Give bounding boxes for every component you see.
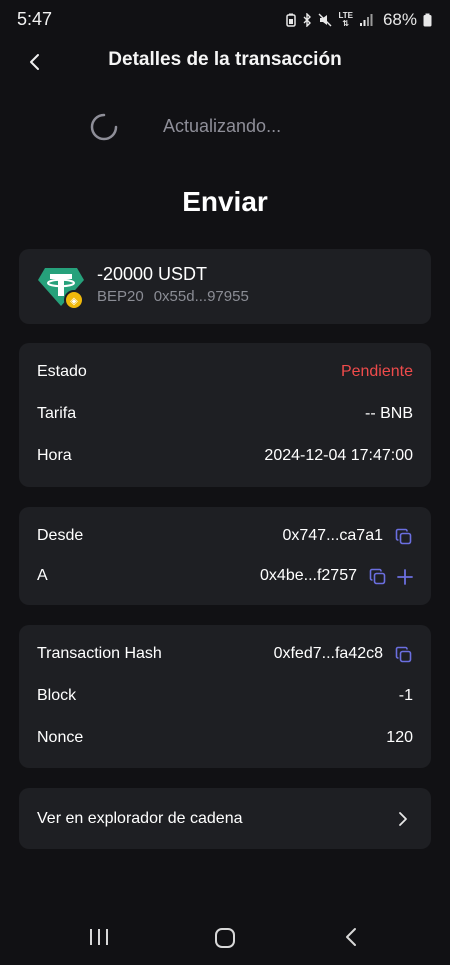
details-card: Estado Pendiente Tarifa -- BNB Hora 2024… xyxy=(19,343,431,487)
copy-hash-icon[interactable] xyxy=(395,646,413,664)
status-value: Pendiente xyxy=(340,363,413,380)
transaction-hash[interactable]: 0xfed7...fa42c8 xyxy=(274,645,383,663)
explorer-label: Ver en explorador de cadena xyxy=(37,810,243,827)
loading-spinner-icon xyxy=(90,113,118,141)
chain-info-card: Transaction Hash 0xfed7...fa42c8 Block -… xyxy=(19,625,431,768)
updating-text: Actualizando... xyxy=(163,116,282,136)
addresses-card: Desde 0x747...ca7a1 A 0x4be...f2757 xyxy=(19,507,431,605)
status-bar: 5:47 LTE ⇅ 68% xyxy=(0,0,450,40)
header: Detalles de la transacción xyxy=(0,40,450,84)
from-address[interactable]: 0x747...ca7a1 xyxy=(282,527,383,545)
block-row: Block -1 xyxy=(19,682,431,712)
hash-row: Transaction Hash 0xfed7...fa42c8 xyxy=(19,640,431,670)
token-subtitle: BEP20 0x55d...97955 xyxy=(97,288,249,305)
to-row: A 0x4be...f2757 xyxy=(19,562,431,592)
from-label: Desde xyxy=(37,527,84,544)
to-label: A xyxy=(37,567,48,584)
copy-to-address-icon[interactable] xyxy=(369,568,387,586)
tether-usdt-logo-icon: ◈ xyxy=(38,268,84,310)
status-label: Estado xyxy=(37,363,87,380)
battery-percentage: 68% xyxy=(382,10,417,29)
block-label: Block xyxy=(37,687,77,704)
to-address[interactable]: 0x4be...f2757 xyxy=(260,567,357,585)
page-title: Detalles de la transacción xyxy=(108,49,342,70)
home-icon[interactable] xyxy=(214,927,236,949)
nonce-label: Nonce xyxy=(37,729,84,746)
time-value: 2024-12-04 17:47:00 xyxy=(264,447,413,464)
system-back-icon[interactable] xyxy=(344,926,358,948)
status-icons: LTE ⇅ 68% xyxy=(286,10,432,30)
fee-row: Tarifa -- BNB xyxy=(19,400,431,430)
nonce-row: Nonce 120 xyxy=(19,724,431,754)
time-row: Hora 2024-12-04 17:47:00 xyxy=(19,442,431,472)
view-in-explorer-button[interactable]: Ver en explorador de cadena xyxy=(19,788,431,849)
block-value: -1 xyxy=(398,687,413,704)
status-row: Estado Pendiente xyxy=(19,358,431,388)
token-card: ◈ -20000 USDT BEP20 0x55d...97955 xyxy=(19,249,431,324)
hash-label: Transaction Hash xyxy=(37,645,162,662)
system-navigation-bar xyxy=(0,905,450,965)
add-contact-plus-icon[interactable] xyxy=(396,568,414,586)
battery-icon xyxy=(423,13,432,27)
chevron-right-icon xyxy=(399,812,407,826)
data-arrows-icon: ⇅ xyxy=(342,19,350,28)
token-contract-address: 0x55d...97955 xyxy=(153,288,249,305)
lte-icon: LTE ⇅ xyxy=(338,12,353,28)
token-amount: -20000 USDT xyxy=(97,264,208,284)
battery-saver-icon xyxy=(286,13,297,27)
recent-apps-icon[interactable] xyxy=(88,927,110,947)
mute-icon xyxy=(318,13,332,27)
from-row: Desde 0x747...ca7a1 xyxy=(19,522,431,552)
fee-label: Tarifa xyxy=(37,405,77,422)
time-label: Hora xyxy=(37,447,72,464)
copy-from-address-icon[interactable] xyxy=(395,528,413,546)
token-network: BEP20 xyxy=(97,288,144,305)
fee-value: -- BNB xyxy=(365,405,413,422)
svg-text:◈: ◈ xyxy=(70,296,78,307)
signal-icon xyxy=(359,14,373,26)
nonce-value: 120 xyxy=(386,729,413,746)
transaction-type-title: Enviar xyxy=(182,186,268,217)
bluetooth-icon xyxy=(302,13,312,27)
status-time: 5:47 xyxy=(17,9,53,29)
updating-indicator: Actualizando... xyxy=(0,110,450,144)
